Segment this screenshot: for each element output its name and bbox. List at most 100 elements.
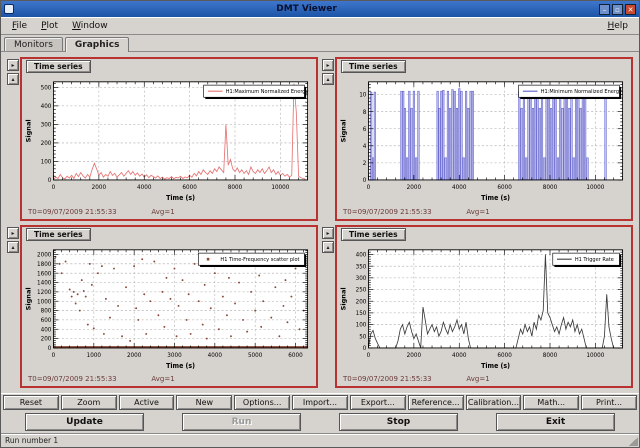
svg-text:250: 250	[356, 287, 367, 293]
svg-text:4: 4	[363, 144, 367, 150]
pad3-arrow-up-icon[interactable]: ▴	[7, 241, 19, 253]
svg-text:350: 350	[356, 264, 367, 270]
pad2-arrow-right-icon[interactable]: ▸	[322, 59, 334, 71]
svg-text:H1:Minimum Normalized Energy: H1:Minimum Normalized Energy	[541, 89, 622, 95]
pad2-footer: T0=09/07/2009 21:55:33 Avg=1	[337, 208, 631, 219]
resize-grip-icon[interactable]	[629, 437, 638, 446]
svg-text:Time (s): Time (s)	[481, 194, 510, 202]
pad4-footer: T0=09/07/2009 21:55:33 Avg=1	[337, 375, 631, 386]
svg-text:1800: 1800	[37, 261, 52, 267]
svg-text:400: 400	[356, 252, 367, 258]
svg-text:4000: 4000	[137, 185, 152, 191]
svg-text:0: 0	[367, 352, 371, 358]
chart-time-frequency-scatter[interactable]: 0100020003000400050006000020040060080010…	[22, 241, 316, 376]
reference-button[interactable]: Reference...	[408, 395, 464, 410]
pad1-arrow-up-icon[interactable]: ▴	[7, 73, 19, 85]
svg-text:4000: 4000	[452, 185, 467, 191]
pad4-t0: T0=09/07/2009 21:55:33	[343, 375, 432, 383]
pad3-tab[interactable]: Time series	[26, 228, 91, 241]
maximize-icon[interactable]: ▫	[612, 4, 623, 15]
svg-text:400: 400	[41, 104, 52, 110]
titlebar[interactable]: DMT Viewer – ▫ ✕	[1, 1, 639, 17]
svg-text:2000: 2000	[92, 185, 107, 191]
calibration-button[interactable]: Calibration...	[466, 395, 522, 410]
chart-max-normalized-energy[interactable]: 02000400060008000100000100200300400500Ti…	[22, 73, 316, 208]
svg-text:300: 300	[41, 122, 52, 128]
pad1-arrow-right-icon[interactable]: ▸	[7, 59, 19, 71]
import-button[interactable]: Import...	[292, 395, 348, 410]
chart-min-normalized-energy[interactable]: 02000400060008000100000246810Time (s)Sig…	[337, 73, 631, 208]
svg-text:1600: 1600	[37, 271, 52, 277]
svg-text:2000: 2000	[407, 185, 422, 191]
menu-window[interactable]: Window	[65, 19, 115, 33]
zoom-button[interactable]: Zoom	[61, 395, 117, 410]
chart-trigger-rate[interactable]: 0200040006000800010000050100150200250300…	[337, 241, 631, 376]
svg-text:Signal: Signal	[340, 287, 348, 310]
pad3-avg: Avg=1	[151, 375, 174, 383]
svg-text:10000: 10000	[586, 185, 604, 191]
svg-text:0: 0	[52, 352, 56, 358]
minimize-icon[interactable]: –	[599, 4, 610, 15]
svg-text:0: 0	[52, 185, 56, 191]
tab-graphics[interactable]: Graphics	[65, 37, 130, 52]
menu-plot[interactable]: Plot	[34, 19, 65, 33]
menu-file[interactable]: File	[5, 19, 34, 33]
svg-text:0: 0	[48, 345, 52, 351]
svg-text:H1 Time-Frequency scatter plot: H1 Time-Frequency scatter plot	[220, 257, 299, 263]
pad4-tab[interactable]: Time series	[341, 228, 406, 241]
svg-text:2000: 2000	[127, 352, 142, 358]
svg-text:2000: 2000	[407, 352, 422, 358]
tab-monitors[interactable]: Monitors	[4, 37, 63, 51]
svg-text:6: 6	[363, 127, 367, 133]
svg-text:0: 0	[363, 178, 367, 184]
pad2-arrow-up-icon[interactable]: ▴	[322, 73, 334, 85]
dmt-viewer-window: DMT Viewer – ▫ ✕ File Plot Window Help M…	[0, 0, 640, 448]
svg-text:3000: 3000	[167, 352, 182, 358]
reset-button[interactable]: Reset	[3, 395, 59, 410]
export-button[interactable]: Export...	[350, 395, 406, 410]
svg-text:Time (s): Time (s)	[166, 194, 195, 202]
svg-text:8: 8	[363, 110, 367, 116]
svg-text:800: 800	[41, 308, 52, 314]
svg-text:8000: 8000	[543, 185, 558, 191]
pad3-footer: T0=09/07/2009 21:55:33 Avg=1	[22, 375, 316, 386]
pad4-arrow-up-icon[interactable]: ▴	[322, 241, 334, 253]
svg-text:H1 Trigger Rate: H1 Trigger Rate	[575, 257, 614, 263]
pad4-frame[interactable]: Time series 0200040006000800010000050100…	[335, 225, 633, 389]
svg-text:50: 50	[359, 334, 366, 340]
svg-text:600: 600	[41, 317, 52, 323]
svg-text:100: 100	[356, 322, 367, 328]
svg-text:1200: 1200	[37, 289, 52, 295]
svg-text:150: 150	[356, 310, 367, 316]
app-icon	[4, 4, 14, 14]
pad1-frame[interactable]: Time series 0200040006000800010000010020…	[20, 57, 318, 221]
print-button[interactable]: Print...	[581, 395, 637, 410]
pad3-frame[interactable]: Time series 0100020003000400050006000020…	[20, 225, 318, 389]
close-icon[interactable]: ✕	[625, 4, 636, 15]
svg-text:2000: 2000	[37, 252, 52, 258]
pad2-avg: Avg=1	[466, 208, 489, 216]
svg-text:Time (s): Time (s)	[166, 361, 195, 369]
stop-button[interactable]: Stop	[339, 413, 458, 431]
run-button: Run	[182, 413, 301, 431]
svg-text:2: 2	[363, 161, 367, 167]
pad3-arrow-right-icon[interactable]: ▸	[7, 227, 19, 239]
menu-help[interactable]: Help	[600, 19, 635, 33]
math-button[interactable]: Math...	[523, 395, 579, 410]
svg-text:Signal: Signal	[25, 287, 33, 310]
exit-button[interactable]: Exit	[496, 413, 615, 431]
toolbar: Reset Zoom Active New Options... Import.…	[1, 393, 639, 411]
svg-text:0: 0	[363, 345, 367, 351]
pad-top-right: ▸ ▴ Time series 020004000600080001000002…	[322, 57, 633, 221]
pad2-frame[interactable]: Time series 0200040006000800010000024681…	[335, 57, 633, 221]
active-button[interactable]: Active	[119, 395, 175, 410]
options-button[interactable]: Options...	[234, 395, 290, 410]
pad4-arrow-right-icon[interactable]: ▸	[322, 227, 334, 239]
pad-bottom-right: ▸ ▴ Time series 020004000600080001000005…	[322, 225, 633, 389]
pad1-tab[interactable]: Time series	[26, 60, 91, 73]
svg-text:1000: 1000	[37, 299, 52, 305]
pad2-tab[interactable]: Time series	[341, 60, 406, 73]
svg-text:8000: 8000	[543, 352, 558, 358]
update-button[interactable]: Update	[25, 413, 144, 431]
new-button[interactable]: New	[176, 395, 232, 410]
